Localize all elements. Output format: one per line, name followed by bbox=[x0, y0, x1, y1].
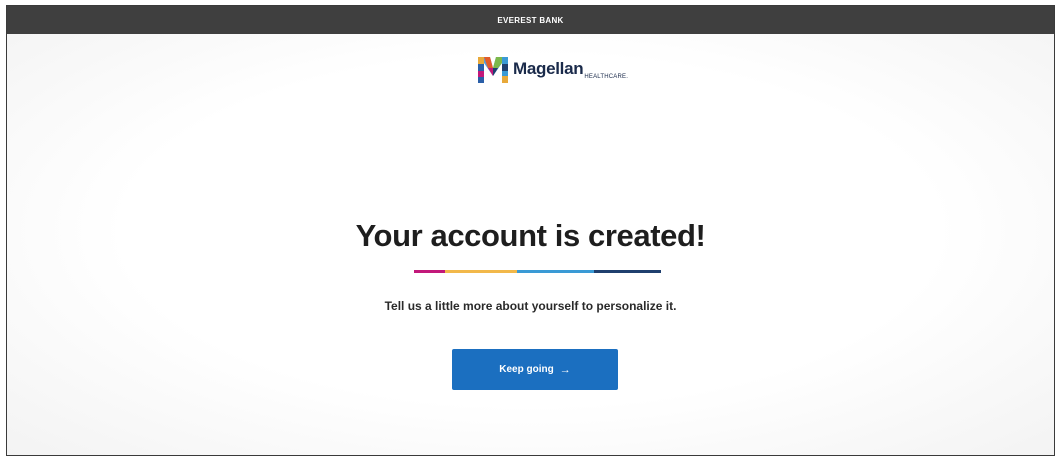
keep-going-button[interactable]: Keep going → bbox=[452, 349, 618, 390]
logo-wordmark: Magellan HEALTHCARE. bbox=[513, 59, 629, 80]
divider-segment-yellow bbox=[445, 270, 517, 273]
divider-segment-magenta bbox=[414, 270, 445, 273]
page-subtitle: Tell us a little more about yourself to … bbox=[384, 299, 677, 313]
logo-name: Magellan bbox=[513, 59, 584, 78]
color-divider bbox=[414, 270, 661, 273]
top-bar: EVEREST BANK bbox=[7, 6, 1054, 34]
arrow-right-icon: → bbox=[559, 363, 571, 376]
page-title: Your account is created! bbox=[355, 218, 706, 253]
divider-segment-blue bbox=[517, 270, 594, 273]
bank-name: EVEREST BANK bbox=[497, 15, 564, 25]
keep-going-label: Keep going bbox=[499, 364, 554, 375]
magellan-m-logo-icon bbox=[478, 57, 508, 83]
logo-subname: HEALTHCARE. bbox=[584, 74, 629, 80]
divider-segment-navy bbox=[594, 270, 661, 273]
magellan-logo: Magellan HEALTHCARE. bbox=[477, 52, 628, 86]
app-window: EVEREST BANK Magellan HEALTHCARE. Your a… bbox=[6, 5, 1055, 456]
